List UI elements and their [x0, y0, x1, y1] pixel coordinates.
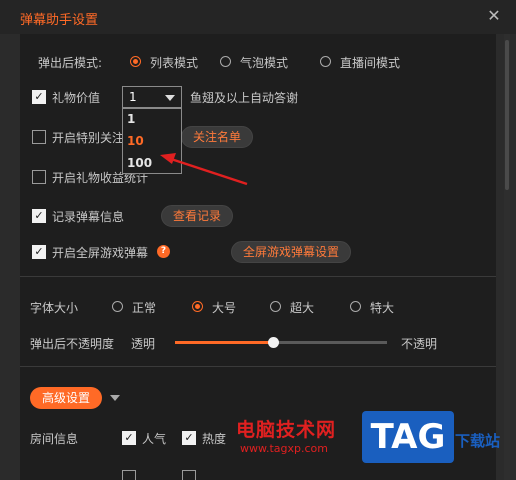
watermark-logo: TAG [362, 411, 454, 463]
watermark-url: www.tagxp.com [240, 442, 328, 455]
watermark-site-name: 电脑技术网 [236, 419, 337, 441]
watermark-download-text: 下载站 [455, 432, 501, 450]
annotation-arrow-icon [160, 153, 248, 186]
